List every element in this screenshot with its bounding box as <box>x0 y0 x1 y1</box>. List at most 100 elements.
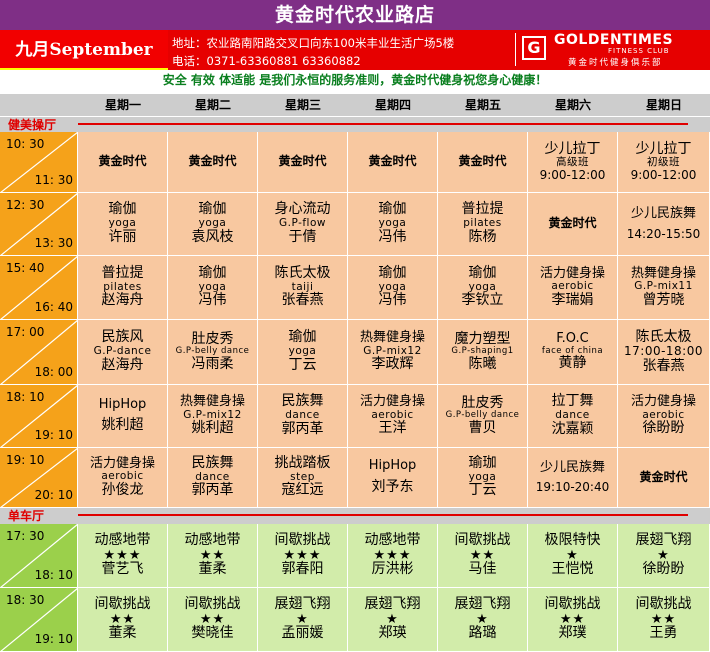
instructor-name: 于倩 <box>288 228 317 245</box>
weekday-label: 星期日 <box>645 98 682 112</box>
time-slot-cell: 15: 40 16: 40 <box>0 256 78 320</box>
time-slot-cell: 17: 30 18: 10 <box>0 524 78 588</box>
class-name: 活力健身操 <box>539 265 605 281</box>
class-name: 拉丁舞 <box>551 393 594 410</box>
class-name: 极限特快 <box>544 532 601 548</box>
time-slot-cell: 18: 10 19: 10 <box>0 385 78 448</box>
class-cell: 瑜伽 yoga 李钦立 <box>438 256 528 320</box>
class-name: 间歇挑战 <box>274 532 331 548</box>
class-cell: 黄金时代 <box>348 132 438 193</box>
brand-subtitle: FITNESS CLUB <box>608 47 670 55</box>
section-label: 单车厅 <box>8 509 45 523</box>
month-label: 九月September <box>0 30 168 70</box>
class-cell: 少儿民族舞 14:20-15:50 <box>618 193 710 256</box>
class-cell: 活力健身操 aerobic 徐盼盼 <box>618 385 710 448</box>
time-end: 19: 10 <box>34 428 73 442</box>
class-cell: HipHop 姚利超 <box>78 385 168 448</box>
class-cell: 瑜伽 yoga 冯伟 <box>348 193 438 256</box>
instructor-name: 樊晓佳 <box>191 625 234 642</box>
class-name: 间歇挑战 <box>544 596 601 612</box>
class-cell: 展翅飞翔 ★ 郑瑛 <box>348 588 438 652</box>
class-cell: 活力健身操 aerobic 孙俊龙 <box>78 448 168 508</box>
class-name: 动感地带 <box>94 532 151 548</box>
class-cell: 间歇挑战 ★★ 郑璞 <box>528 588 618 652</box>
class-cell: 活力健身操 aerobic 李瑞娟 <box>528 256 618 320</box>
class-name: 陈氏太极 <box>274 264 331 281</box>
difficulty-stars: ★★ <box>199 611 226 627</box>
class-cell: 民族风 G.P-dance 赵海舟 <box>78 320 168 385</box>
instructor-name: 曾芳晓 <box>642 291 685 308</box>
slogan: 安全 有效 体适能 是我们永恒的服务准则，黄金时代健身祝您身心健康！ <box>0 70 710 90</box>
class-cell: 少儿民族舞 19:10-20:40 <box>528 448 618 508</box>
weekday-label: 星期五 <box>464 98 501 112</box>
class-cell: 黄金时代 <box>528 193 618 256</box>
instructor-name: 孟丽媛 <box>281 625 324 642</box>
instructor-name: 董柔 <box>108 625 137 642</box>
difficulty-stars: ★ <box>386 611 399 627</box>
instructor-name: 冯伟 <box>378 228 407 245</box>
time-end: 20: 10 <box>34 488 73 502</box>
class-cell: 普拉提 pilates 赵海舟 <box>78 256 168 320</box>
class-name: 展翅飞翔 <box>274 596 331 612</box>
page-title: 黄金时代农业路店 <box>0 0 710 30</box>
difficulty-stars: ★ <box>566 547 579 563</box>
instructor-name: 郑瑛 <box>378 625 407 642</box>
difficulty-stars: ★ <box>657 547 670 563</box>
class-name: 少儿民族舞 <box>539 459 605 475</box>
instructor-name: 李钦立 <box>461 292 504 309</box>
phone-text: 电话：0371-63360881 63360882 <box>172 54 361 68</box>
time-start: 15: 40 <box>6 261 45 275</box>
instructor-name: 姚利超 <box>191 420 234 437</box>
class-name: 普拉提 <box>461 201 504 218</box>
class-name: 黄金时代 <box>639 469 688 484</box>
instructor-name: 王洋 <box>378 420 407 437</box>
class-name: 瑜伽 <box>378 201 407 218</box>
section-label: 健美操厅 <box>8 118 57 132</box>
class-name: 少儿拉丁 <box>544 140 601 157</box>
instructor-name: 赵海舟 <box>101 292 144 309</box>
class-name: 黄金时代 <box>278 154 327 169</box>
class-name: 肚皮秀 <box>191 330 234 347</box>
class-cell: 挑战踏板 step 寇红远 <box>258 448 348 508</box>
instructor-name: 李政辉 <box>371 356 414 373</box>
class-cell: 拉丁舞 dance 沈嘉颖 <box>528 385 618 448</box>
class-name: 普拉提 <box>101 264 144 281</box>
class-name: 少儿民族舞 <box>630 206 696 221</box>
difficulty-stars: ★★ <box>199 547 226 563</box>
time-end: 18: 00 <box>34 365 73 379</box>
instructor-name: 张春燕 <box>281 292 324 309</box>
section-divider <box>78 123 688 125</box>
class-name: 活力健身操 <box>630 394 696 410</box>
class-cell: 瑜珈 yoga 丁云 <box>438 448 528 508</box>
class-cell: 陈氏太极 taiji 张春燕 <box>258 256 348 320</box>
class-name: 挑战踏板 <box>274 454 331 471</box>
class-name: 少儿拉丁 <box>635 140 692 157</box>
instructor-name: 菅艺飞 <box>101 561 144 578</box>
instructor-name: 丁云 <box>288 356 317 373</box>
instructor-name: 徐盼盼 <box>642 420 685 437</box>
instructor-name: 寇红远 <box>281 482 324 499</box>
brand-logo-icon: G <box>522 36 546 60</box>
brand-name: GOLDENTIMES <box>554 32 674 48</box>
class-name: 黄金时代 <box>98 154 147 169</box>
instructor-name: 马佳 <box>468 561 497 578</box>
class-cell: 身心流动 G.P-flow 于倩 <box>258 193 348 256</box>
instructor-name: 9:00-12:00 <box>630 167 697 182</box>
time-end: 11: 30 <box>34 173 73 187</box>
instructor-name: 李瑞娟 <box>551 291 594 308</box>
class-cell: 黄金时代 <box>438 132 528 193</box>
instructor-name: 郑璞 <box>558 625 587 642</box>
class-cell: 民族舞 dance 郭丙革 <box>258 385 348 448</box>
class-cell: HipHop 刘予东 <box>348 448 438 508</box>
class-cell: 瑜伽 yoga 许丽 <box>78 193 168 256</box>
instructor-name: 刘予东 <box>371 478 414 495</box>
class-cell: 肚皮秀 G.P-belly dance 冯雨柔 <box>168 320 258 385</box>
time-end: 16: 40 <box>34 300 73 314</box>
class-name: 展翅飞翔 <box>454 596 511 612</box>
instructor-name: 郭丙革 <box>281 420 324 437</box>
class-cell: 展翅飞翔 ★ 路璐 <box>438 588 528 652</box>
time-start: 18: 10 <box>6 390 45 404</box>
instructor-name: 郭丙革 <box>191 482 234 499</box>
class-cell: 间歇挑战 ★★ 董柔 <box>78 588 168 652</box>
difficulty-stars: ★ <box>296 611 309 627</box>
